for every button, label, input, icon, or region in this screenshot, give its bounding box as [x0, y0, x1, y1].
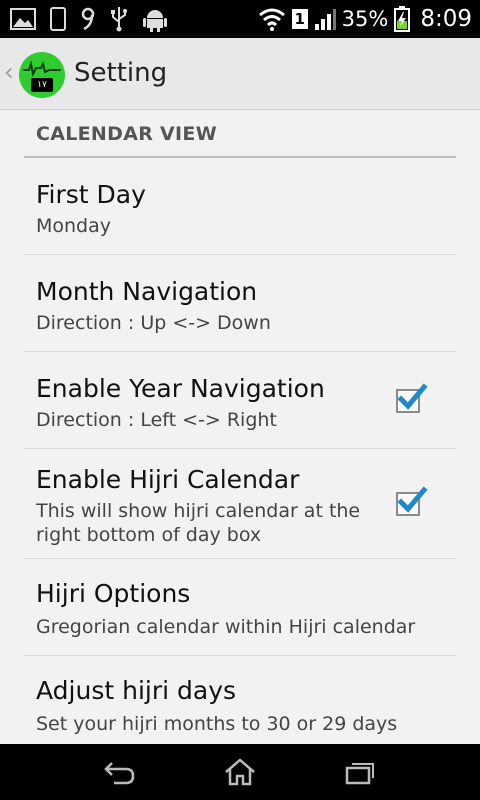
checkmark-icon	[397, 383, 428, 410]
status-bar: 1 35% 8:09	[0, 0, 480, 38]
battery-charging-icon	[394, 6, 411, 32]
clock: 8:09	[420, 6, 472, 32]
section-header-label: CALENDAR VIEW	[36, 123, 217, 145]
pref-summary: Set your hijri months to 30 or 29 days	[36, 713, 398, 735]
hijri-calendar-checkbox[interactable]	[396, 486, 428, 516]
app-logo[interactable]: ١٧	[19, 52, 65, 98]
system-icons: 1 35% 8:09	[258, 4, 472, 34]
pref-hijri-options[interactable]: Hijri Options Gregorian calendar within …	[24, 559, 456, 656]
pref-title: Hijri Options	[36, 579, 191, 608]
pref-summary: Monday	[36, 215, 112, 237]
pref-enable-year-navigation[interactable]: Enable Year Navigation Direction : Left …	[24, 352, 456, 449]
battery-percent: 35%	[341, 7, 389, 31]
pref-adjust-hijri-days[interactable]: Adjust hijri days Set your hijri months …	[24, 656, 456, 744]
signal-icon	[314, 8, 336, 30]
image-icon	[10, 8, 36, 30]
pref-summary: Gregorian calendar within Hijri calendar	[36, 616, 416, 638]
home-icon[interactable]	[220, 756, 260, 788]
sim-indicator: 1	[294, 10, 305, 28]
pref-title: Month Navigation	[36, 277, 258, 306]
checkmark-icon	[397, 486, 428, 513]
notification-icons	[10, 6, 168, 32]
up-navigation-icon[interactable]: ‹	[4, 58, 14, 86]
notification-icon	[80, 7, 96, 31]
wifi-icon	[258, 7, 286, 31]
sim-icon: 1	[291, 9, 308, 29]
pref-summary: Direction : Up <-> Down	[36, 312, 271, 334]
recent-apps-icon[interactable]	[340, 756, 380, 788]
pref-title: Enable Year Navigation	[36, 374, 325, 403]
pref-title: Adjust hijri days	[36, 676, 237, 705]
pref-title: First Day	[36, 180, 146, 209]
pref-summary: This will show hijri calendar at the rig…	[36, 500, 361, 546]
usb-icon	[110, 6, 128, 32]
pref-first-day[interactable]: First Day Monday	[24, 158, 456, 255]
section-header: CALENDAR VIEW	[24, 110, 456, 158]
pref-enable-hijri-calendar[interactable]: Enable Hijri Calendar This will show hij…	[24, 449, 456, 559]
settings-list: CALENDAR VIEW First Day Monday Month Nav…	[0, 110, 480, 744]
android-debug-icon	[142, 6, 168, 32]
pref-month-navigation[interactable]: Month Navigation Direction : Up <-> Down	[24, 255, 456, 352]
navigation-bar	[0, 744, 480, 800]
page-title: Setting	[74, 58, 168, 88]
year-navigation-checkbox[interactable]	[396, 383, 428, 413]
action-bar: ‹ ١٧ Setting	[0, 38, 480, 110]
pref-title: Enable Hijri Calendar	[36, 465, 300, 494]
phone-icon	[50, 7, 66, 31]
app-icon-badge: ١٧	[31, 78, 53, 92]
pref-summary: Direction : Left <-> Right	[36, 409, 277, 431]
back-icon[interactable]	[100, 756, 140, 788]
